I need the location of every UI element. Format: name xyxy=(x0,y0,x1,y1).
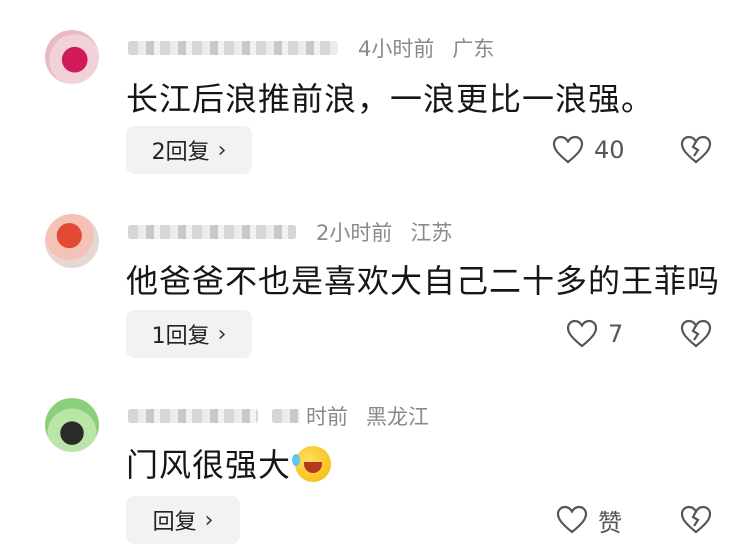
reply-button[interactable]: 2回复 › xyxy=(126,126,252,174)
broken-heart-icon[interactable] xyxy=(680,504,712,536)
heart-icon xyxy=(566,319,598,348)
like-label: 赞 xyxy=(598,508,622,537)
reply-label: 1回复 xyxy=(151,324,210,349)
reply-button[interactable]: 回复 › xyxy=(126,496,240,544)
comment-location: 黑龙江 xyxy=(366,405,429,429)
chevron-right-icon: › xyxy=(217,321,227,347)
like-button[interactable]: 7 xyxy=(566,316,623,352)
blurred-text xyxy=(272,409,300,423)
reply-label: 回复 xyxy=(152,510,197,535)
avatar[interactable] xyxy=(45,398,99,452)
reply-label: 2回复 xyxy=(151,140,210,165)
username-blurred[interactable] xyxy=(128,409,258,423)
comment-location: 广东 xyxy=(452,37,495,61)
username-blurred[interactable] xyxy=(128,41,338,55)
chevron-right-icon: › xyxy=(217,137,227,163)
comment-time: 4小时前 xyxy=(358,37,435,61)
comment-text: 长江后浪推前浪，一浪更比一浪强。 xyxy=(126,80,655,118)
like-count: 40 xyxy=(594,136,625,164)
like-button[interactable]: 赞 xyxy=(556,502,622,538)
avatar[interactable] xyxy=(45,30,99,84)
reply-button[interactable]: 1回复 › xyxy=(126,310,252,358)
comment-text: 他爸爸不也是喜欢大自己二十多的王菲吗 xyxy=(126,262,721,300)
username-blurred[interactable] xyxy=(128,225,296,239)
like-count: 7 xyxy=(608,320,624,348)
avatar[interactable] xyxy=(45,214,99,268)
like-button[interactable]: 40 xyxy=(552,132,625,168)
comment-location: 江苏 xyxy=(410,221,453,245)
comment-text: 门风很强大 xyxy=(126,440,332,486)
laughing-tears-emoji xyxy=(292,446,332,482)
comment-time: 时前 xyxy=(306,405,348,429)
comment-meta: 2小时前 江苏 xyxy=(128,218,452,246)
comment-time: 2小时前 xyxy=(316,221,393,245)
heart-icon xyxy=(556,505,588,534)
broken-heart-icon[interactable] xyxy=(680,134,712,166)
chevron-right-icon: › xyxy=(204,507,214,533)
broken-heart-icon[interactable] xyxy=(680,318,712,350)
comment-text-content: 门风很强大 xyxy=(126,446,292,484)
comment-meta: 4小时前 广东 xyxy=(128,34,494,62)
comment-meta: 时前 黑龙江 xyxy=(128,402,429,430)
heart-icon xyxy=(552,135,584,164)
